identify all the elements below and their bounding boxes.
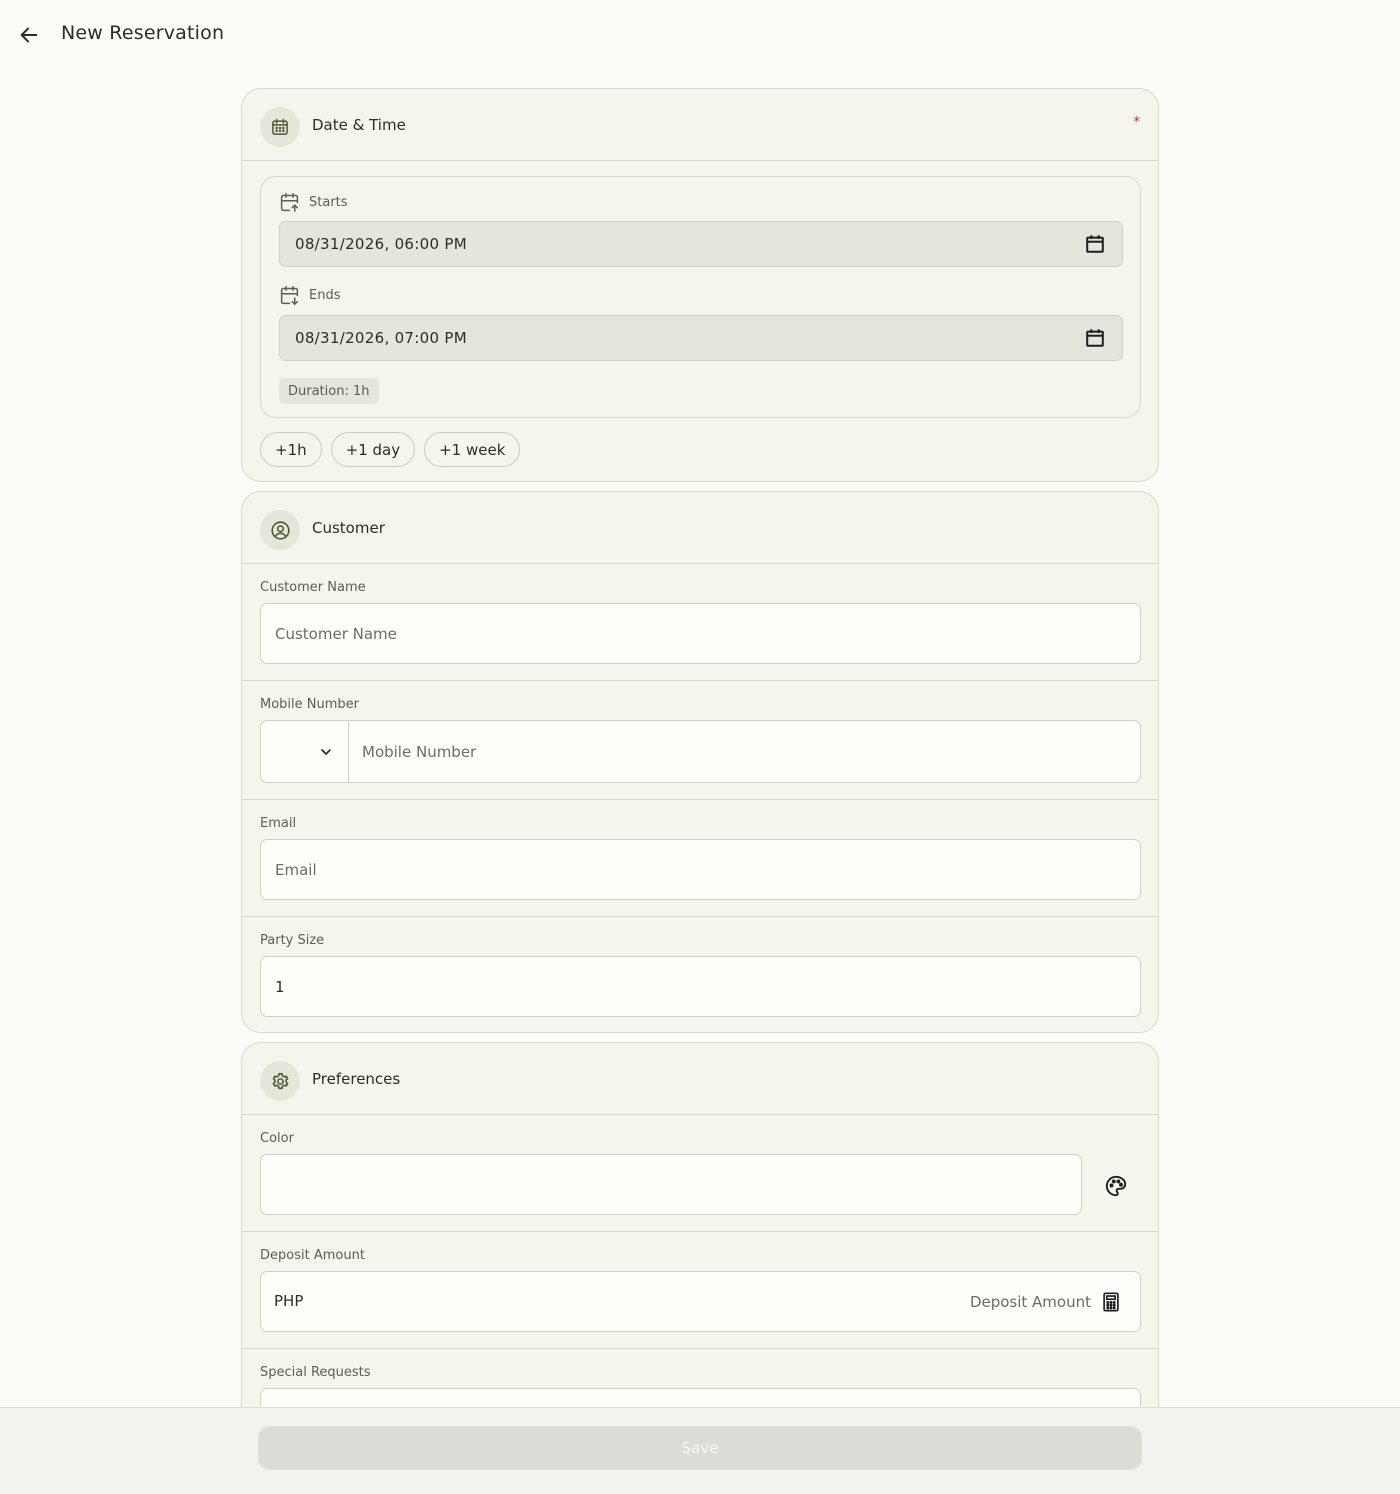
mobile-number-label: Mobile Number	[260, 697, 359, 712]
save-button[interactable]: Save	[258, 1426, 1142, 1470]
email-label: Email	[260, 816, 297, 831]
party-size-label: Party Size	[260, 933, 325, 948]
color-label: Color	[260, 1131, 294, 1146]
deposit-amount-input[interactable]	[331, 1272, 1091, 1331]
quick-add-chips: +1h +1 day +1 week	[260, 432, 521, 467]
palette-icon	[1105, 1175, 1127, 1197]
email-section: Email	[242, 800, 1158, 917]
special-requests-label: Special Requests	[260, 1365, 371, 1380]
back-button[interactable]	[14, 20, 44, 50]
deposit-amount-section: Deposit Amount PHP	[242, 1232, 1158, 1349]
starts-datetime-field[interactable]: 08/31/2026, 06:00 PM	[279, 221, 1123, 267]
party-size-input[interactable]	[260, 956, 1141, 1017]
required-indicator: *	[1133, 115, 1141, 130]
chevron-down-icon	[321, 748, 331, 755]
arrow-left-icon	[20, 27, 38, 43]
date-range-box: Starts 08/31/2026, 06:00 PM Ends 08/31/2…	[260, 176, 1141, 418]
customer-header: Customer	[242, 492, 1158, 564]
mobile-number-section: Mobile Number	[242, 681, 1158, 800]
color-input[interactable]	[260, 1154, 1082, 1215]
user-circle-icon	[260, 510, 300, 550]
calculator-icon[interactable]	[1100, 1291, 1122, 1313]
email-input[interactable]	[260, 839, 1141, 900]
date-time-header: Date & Time *	[242, 89, 1158, 161]
country-code-select[interactable]	[261, 721, 349, 782]
customer-name-section: Customer Name	[242, 564, 1158, 681]
preferences-title: Preferences	[312, 1070, 401, 1088]
customer-name-label: Customer Name	[260, 580, 366, 595]
date-time-card: Date & Time * Starts 08/31/2026, 06:00 P…	[241, 88, 1159, 482]
duration-badge: Duration: 1h	[279, 378, 379, 404]
currency-prefix: PHP	[274, 1292, 304, 1310]
page-title: New Reservation	[61, 22, 225, 44]
color-palette-button[interactable]	[1102, 1172, 1130, 1200]
deposit-amount-label: Deposit Amount	[260, 1248, 365, 1263]
mobile-number-field	[260, 720, 1141, 783]
ends-label-row: Ends	[279, 285, 340, 306]
preferences-card: Preferences Color Deposit Amount PHP Spe…	[241, 1042, 1159, 1462]
calendar-arrow-down-icon	[280, 286, 299, 305]
add-1-hour-chip[interactable]: +1h	[260, 432, 322, 467]
ends-label: Ends	[309, 288, 341, 303]
starts-label: Starts	[309, 195, 348, 210]
preferences-header: Preferences	[242, 1043, 1158, 1115]
add-1-week-chip[interactable]: +1 week	[424, 432, 521, 467]
deposit-amount-field: PHP	[260, 1271, 1141, 1332]
starts-datetime-value: 08/31/2026, 06:00 PM	[295, 235, 467, 253]
calendar-arrow-up-icon	[280, 193, 299, 212]
top-app-bar: New Reservation	[0, 0, 1400, 70]
ends-datetime-value: 08/31/2026, 07:00 PM	[295, 329, 467, 347]
ends-datetime-field[interactable]: 08/31/2026, 07:00 PM	[279, 315, 1123, 361]
party-size-section: Party Size	[242, 917, 1158, 1032]
customer-card: Customer Customer Name Mobile Number Ema…	[241, 491, 1159, 1033]
date-time-title: Date & Time	[312, 116, 406, 134]
add-1-day-chip[interactable]: +1 day	[330, 432, 416, 467]
color-section: Color	[242, 1115, 1158, 1232]
calendar-picker-icon[interactable]	[1084, 233, 1106, 255]
customer-title: Customer	[312, 519, 385, 537]
calendar-picker-icon[interactable]	[1084, 327, 1106, 349]
mobile-number-input[interactable]	[349, 721, 1140, 782]
calendar-icon	[260, 107, 300, 147]
customer-name-input[interactable]	[260, 603, 1141, 664]
starts-label-row: Starts	[279, 192, 348, 213]
bottom-action-bar: Save	[0, 1407, 1400, 1494]
gear-icon	[260, 1061, 300, 1101]
